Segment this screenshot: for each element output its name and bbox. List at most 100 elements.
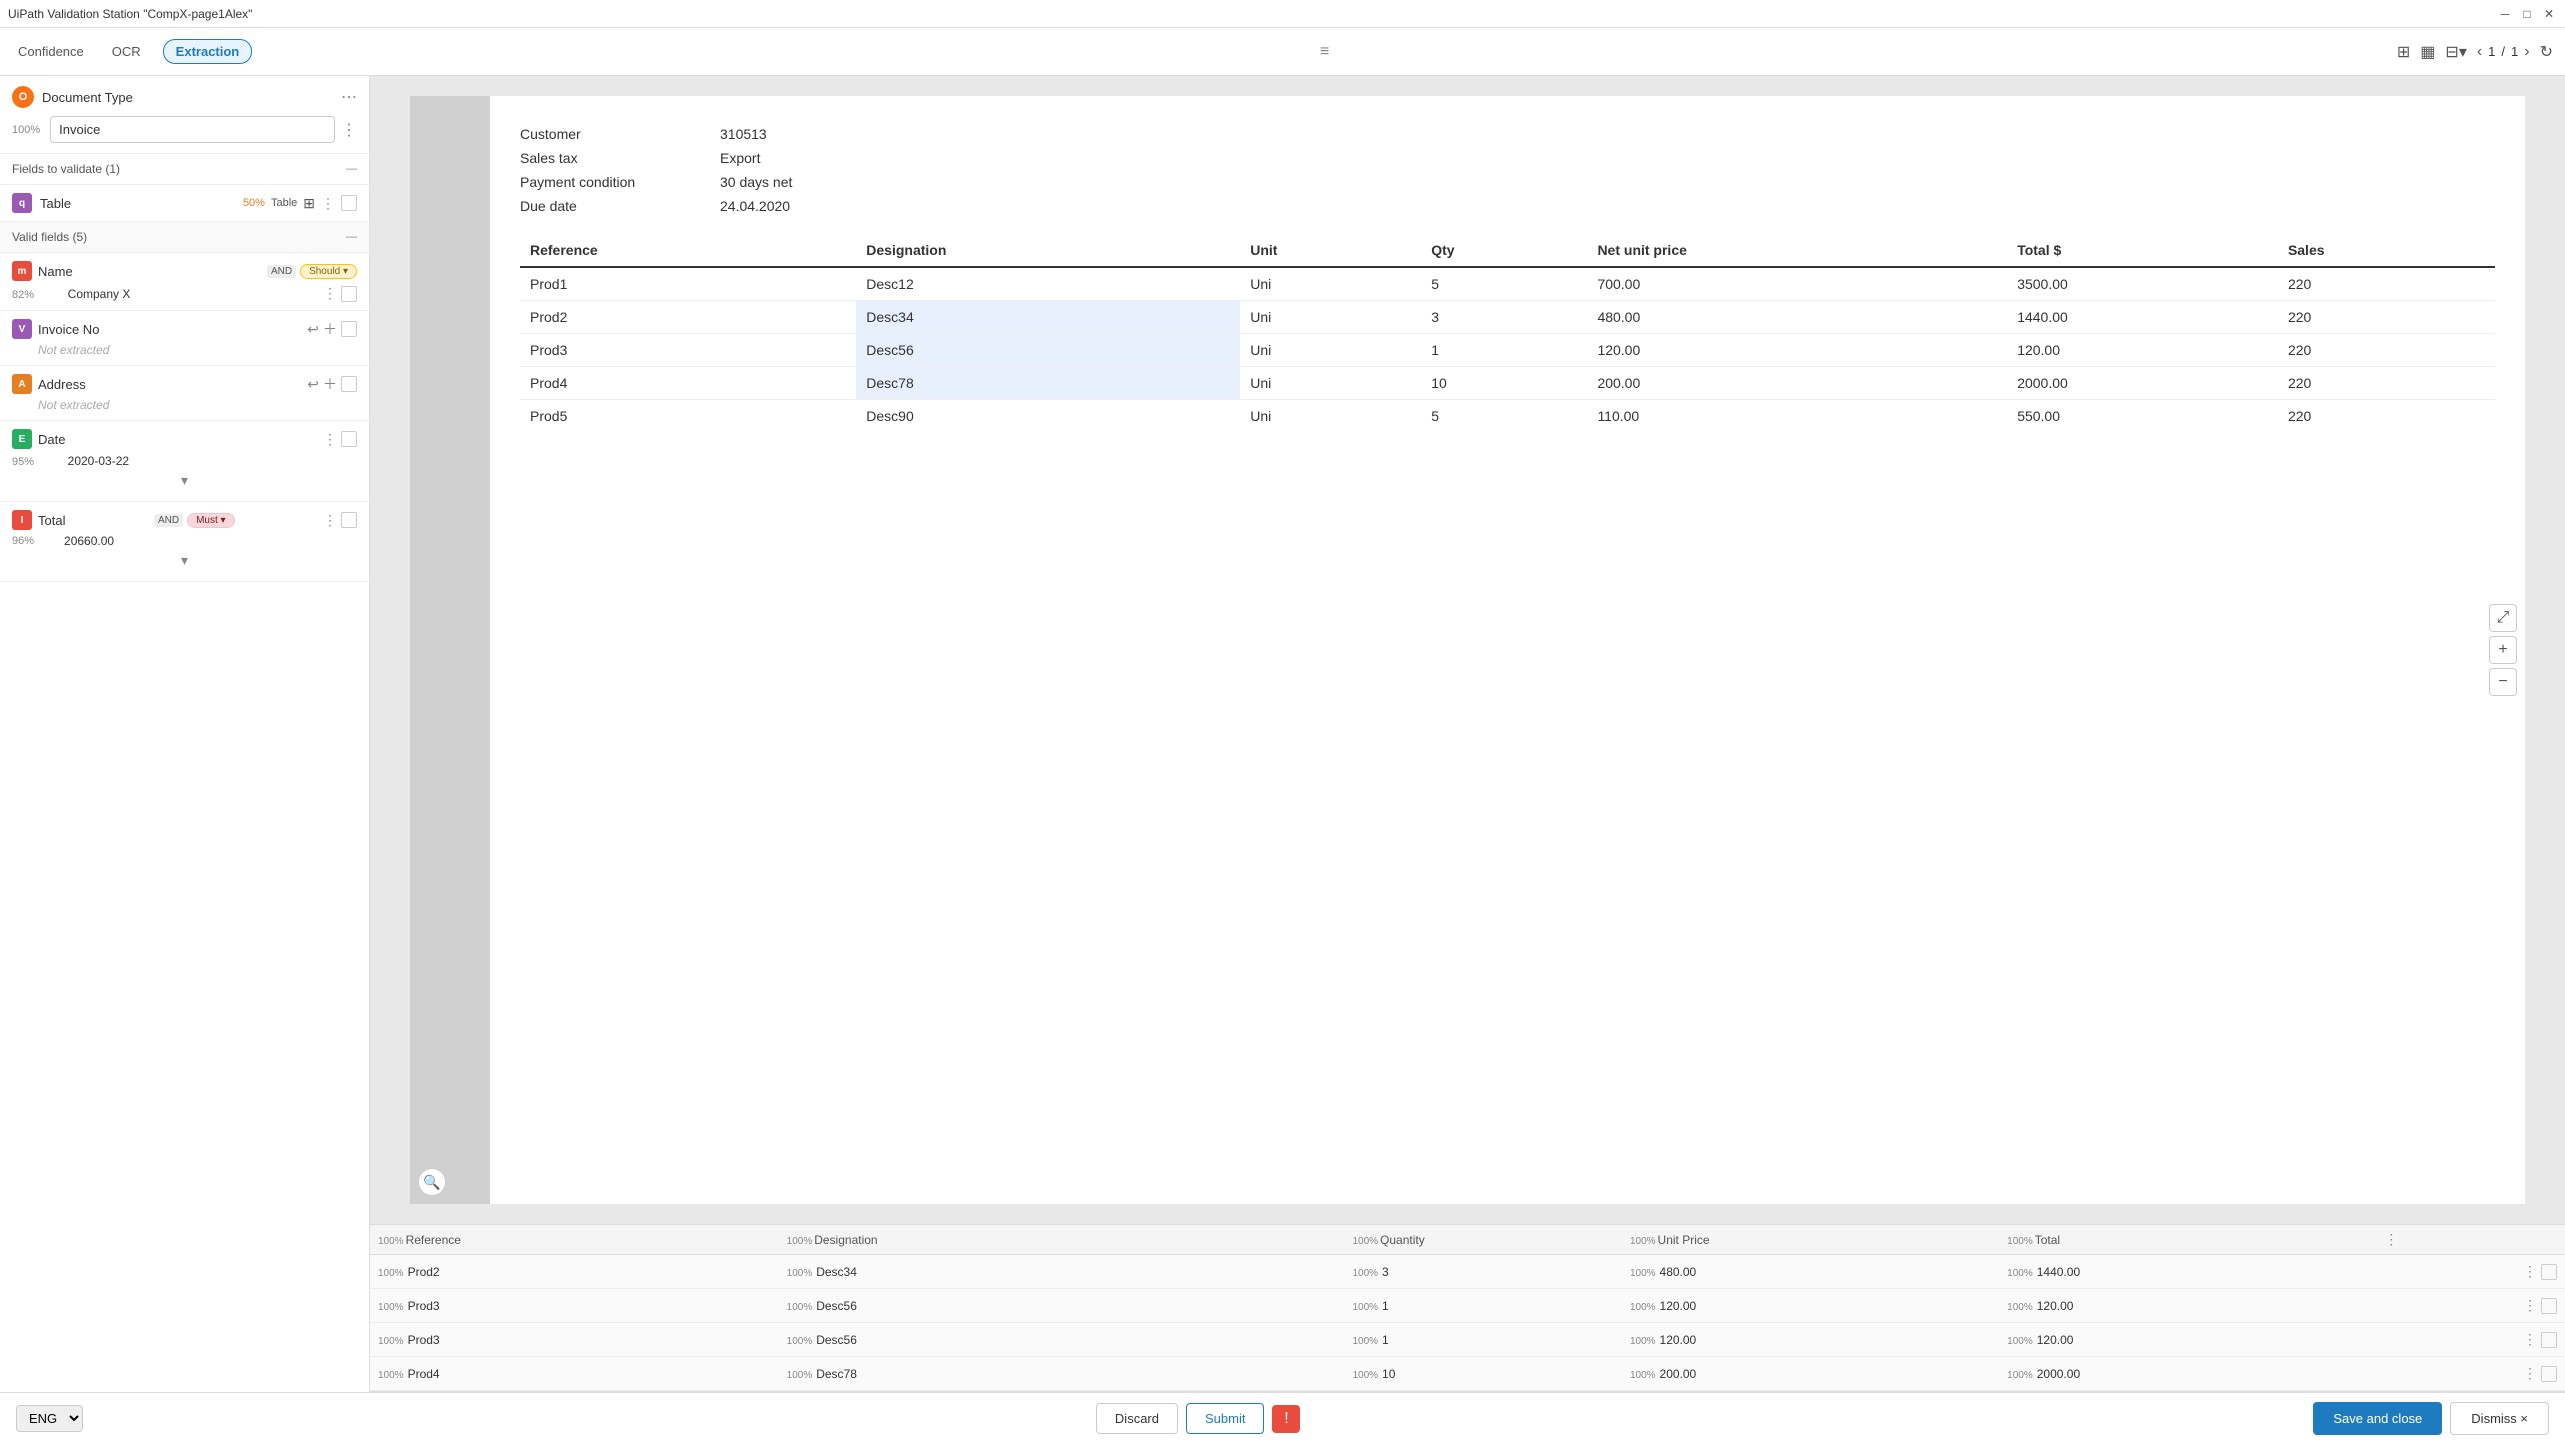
extraction-cell: 100%1440.00: [1999, 1255, 2376, 1289]
total-value: 20660.00: [38, 534, 114, 548]
invoice-cell: Prod5: [520, 400, 856, 433]
language-select[interactable]: ENG: [16, 1405, 83, 1432]
invoice-no-checkbox[interactable]: [341, 321, 357, 337]
name-field-icon: m: [12, 261, 32, 281]
extraction-cell: 100%Desc34: [779, 1255, 1345, 1289]
address-add-icon[interactable]: ＋: [323, 374, 337, 394]
duedate-value: 24.04.2020: [720, 198, 790, 214]
invoice-no-field-icon: V: [12, 319, 32, 339]
tab-confidence[interactable]: Confidence: [12, 40, 90, 63]
doc-type-select[interactable]: Invoice: [50, 116, 335, 143]
row-checkbox[interactable]: [2541, 1298, 2557, 1314]
total-checkbox[interactable]: [341, 512, 357, 528]
total-confidence: 96%: [12, 535, 34, 547]
doc-type-header: O Document Type ⋯: [12, 86, 357, 108]
magnify-btn[interactable]: 🔍: [418, 1168, 446, 1196]
table-field-name: Table: [40, 196, 71, 211]
customer-label: Customer: [520, 126, 720, 142]
row-checkbox[interactable]: [2541, 1366, 2557, 1382]
invoice-cell: 1: [1421, 334, 1587, 367]
invoice-cell: Uni: [1240, 267, 1421, 301]
row-checkbox[interactable]: [2541, 1264, 2557, 1280]
doc-type-more-icon[interactable]: ⋮: [341, 120, 357, 140]
filter-icon[interactable]: ≡: [1320, 43, 1329, 61]
total-right-actions: ⋮: [323, 512, 357, 529]
invoice-cell: Uni: [1240, 400, 1421, 433]
extraction-row: 100%Prod3100%Desc56100%1100%120.00100%12…: [370, 1323, 2565, 1357]
table-field-checkbox[interactable]: [341, 195, 357, 211]
extraction-panel: 100%Reference 100%Designation 100%Quanti…: [370, 1224, 2565, 1392]
extraction-cell: 100%120.00: [1622, 1289, 1999, 1323]
title-bar-controls: ─ □ ✕: [2497, 6, 2557, 22]
address-field-label: Address: [38, 377, 86, 392]
grid-view-icon[interactable]: ⊞: [2397, 42, 2410, 62]
invoice-row-duedate: Due date 24.04.2020: [520, 198, 2495, 214]
total-chevron-icon[interactable]: ▾: [12, 548, 357, 573]
address-checkbox[interactable]: [341, 376, 357, 392]
row-more-icon[interactable]: ⋮: [2523, 1365, 2537, 1382]
next-page-btn[interactable]: ›: [2524, 43, 2529, 61]
extraction-cell: 100%2000.00: [1999, 1357, 2376, 1391]
col-unit: Unit: [1240, 234, 1421, 267]
fields-collapse-btn[interactable]: —: [346, 163, 357, 175]
invoice-row: Prod5Desc90Uni5110.00550.00220: [520, 400, 2495, 433]
table-grid-view-icon[interactable]: ⊞: [303, 195, 315, 212]
layout-view-icon[interactable]: ▦: [2420, 42, 2435, 62]
name-checkbox[interactable]: [341, 286, 357, 302]
bottom-actions: Discard Submit !: [1096, 1403, 1301, 1434]
row-more-icon[interactable]: ⋮: [2523, 1263, 2537, 1280]
row-more-icon[interactable]: ⋮: [2523, 1331, 2537, 1348]
invoice-cell: 3500.00: [2007, 267, 2278, 301]
extraction-cell: 100%1: [1344, 1289, 1622, 1323]
dismiss-button[interactable]: Dismiss ×: [2450, 1402, 2549, 1435]
invoice-no-undo-icon[interactable]: ↩: [307, 321, 319, 338]
ext-col-reference: 100%Reference: [370, 1225, 779, 1255]
name-more-icon[interactable]: ⋮: [323, 285, 337, 302]
maximize-btn[interactable]: □: [2519, 6, 2535, 22]
minimize-btn[interactable]: ─: [2497, 6, 2513, 22]
tab-ocr[interactable]: OCR: [106, 40, 147, 63]
zoom-fit-icon[interactable]: ⤢: [2489, 604, 2517, 632]
date-chevron-icon[interactable]: ▾: [12, 468, 357, 493]
address-undo-icon[interactable]: ↩: [307, 376, 319, 393]
table-more-icon[interactable]: ⋮: [321, 195, 335, 212]
name-should-badge[interactable]: Should ▾: [300, 264, 357, 279]
row-checkbox[interactable]: [2541, 1332, 2557, 1348]
extraction-row-actions: ⋮: [2376, 1357, 2565, 1391]
bottom-right: Save and close Dismiss ×: [2313, 1402, 2549, 1435]
extraction-cell: 100%120.00: [1999, 1323, 2376, 1357]
invoice-no-field-label: Invoice No: [38, 322, 99, 337]
date-checkbox[interactable]: [341, 431, 357, 447]
total-more-icon[interactable]: ⋮: [323, 512, 337, 529]
submit-button[interactable]: Submit: [1186, 1403, 1264, 1434]
customer-value: 310513: [720, 126, 767, 142]
total-must-badge[interactable]: Must ▾: [187, 513, 234, 528]
zoom-in-btn[interactable]: +: [2489, 636, 2517, 664]
zoom-out-btn[interactable]: −: [2489, 668, 2517, 696]
prev-page-btn[interactable]: ‹: [2477, 43, 2482, 61]
row-more-icon[interactable]: ⋮: [2523, 1297, 2537, 1314]
save-and-close-button[interactable]: Save and close: [2313, 1402, 2442, 1435]
document-content: Customer 310513 Sales tax Export Payment…: [490, 96, 2525, 1204]
refresh-icon[interactable]: ↻: [2540, 42, 2553, 62]
extraction-cell: 100%480.00: [1622, 1255, 1999, 1289]
name-right-actions: ⋮: [323, 285, 357, 302]
invoice-cell: 220: [2278, 267, 2495, 301]
layout2-view-icon[interactable]: ⊟▾: [2445, 42, 2466, 62]
tab-extraction[interactable]: Extraction: [163, 39, 253, 64]
extraction-row: 100%Prod2100%Desc34100%3100%480.00100%14…: [370, 1255, 2565, 1289]
field-name-header: m Name AND Should ▾: [12, 261, 357, 281]
ext-col-designation: 100%Designation: [779, 1225, 1345, 1255]
panel-more-icon[interactable]: ⋮: [2384, 1231, 2398, 1247]
invoice-row-customer: Customer 310513: [520, 126, 2495, 142]
filter-options-icon[interactable]: ⋯: [341, 87, 357, 107]
date-more-icon[interactable]: ⋮: [323, 431, 337, 448]
close-btn[interactable]: ✕: [2541, 6, 2557, 22]
payment-value: 30 days net: [720, 174, 792, 190]
valid-fields-collapse-btn[interactable]: —: [346, 231, 357, 243]
alert-button[interactable]: !: [1272, 1405, 1300, 1433]
invoice-row-salestax: Sales tax Export: [520, 150, 2495, 166]
invoice-no-add-icon[interactable]: ＋: [323, 319, 337, 339]
invoice-cell: 200.00: [1587, 367, 2007, 400]
discard-button[interactable]: Discard: [1096, 1403, 1178, 1434]
